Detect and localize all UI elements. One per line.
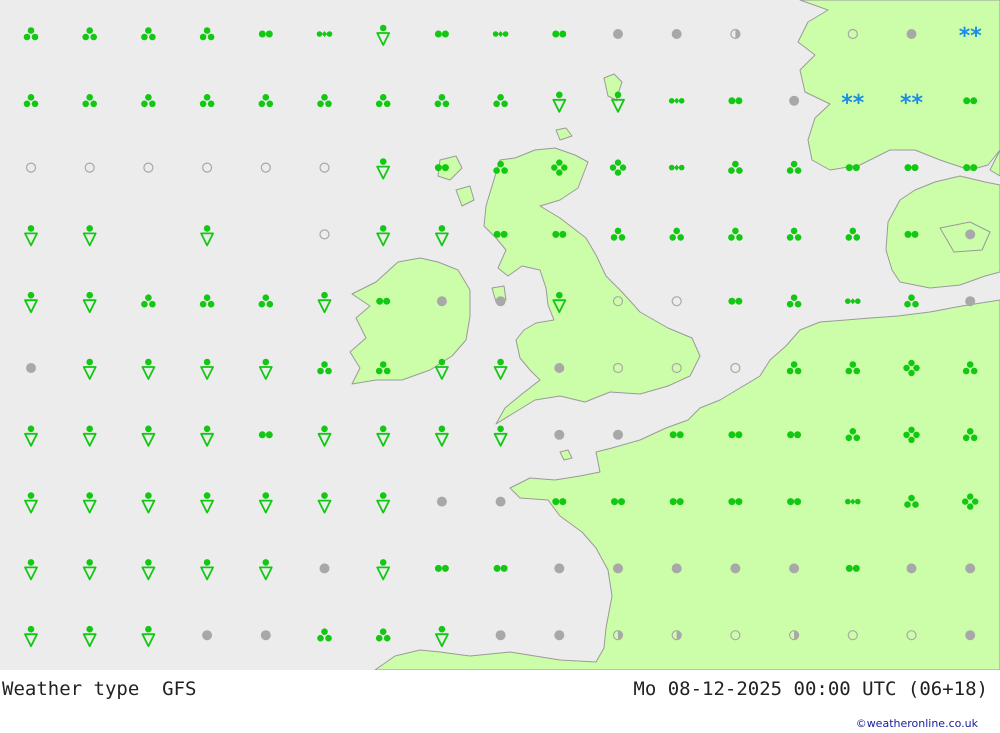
overcast-icon (554, 563, 565, 574)
snow-icon: ** (841, 91, 865, 116)
rain-drops-diamond-icon (668, 164, 685, 171)
overcast-icon (613, 29, 623, 39)
overcast-icon (436, 496, 447, 507)
overcast-icon (260, 630, 271, 641)
footer: Weather type GFS Mo 08-12-2025 00:00 UTC… (0, 670, 1000, 733)
overcast-icon (965, 296, 976, 307)
svg-text:**: ** (959, 24, 983, 49)
overcast-icon (613, 429, 623, 440)
title-label: Weather type (2, 678, 140, 700)
overcast-icon (436, 296, 447, 307)
overcast-icon (554, 363, 565, 373)
overcast-icon (319, 563, 330, 574)
overcast-icon (202, 630, 213, 641)
rain-drops-diamond-icon (492, 31, 509, 37)
rain-drops-diamond-icon (845, 498, 861, 505)
rain-drops-diamond-icon (845, 298, 861, 305)
rain-drops-diamond-icon (668, 97, 685, 104)
overcast-icon (789, 95, 800, 106)
overcast-icon (965, 630, 976, 641)
snow-icon: ** (900, 91, 924, 116)
model-label: GFS (162, 678, 197, 700)
overcast-icon (965, 229, 976, 240)
overcast-icon (613, 563, 623, 574)
overcast-icon (965, 563, 976, 574)
overcast-icon (671, 563, 682, 574)
overcast-icon (906, 563, 917, 574)
rain-drops-diamond-icon (316, 31, 333, 37)
overcast-icon (554, 630, 565, 641)
overcast-icon (495, 630, 506, 641)
overcast-icon (906, 29, 917, 39)
svg-text:**: ** (841, 91, 865, 116)
svg-text:**: ** (900, 91, 924, 116)
overcast-icon (26, 363, 36, 373)
map-title: Weather type GFS (2, 678, 197, 700)
credit-link[interactable]: ©weatheronline.co.uk (856, 717, 978, 730)
overcast-icon (789, 563, 800, 574)
overcast-icon (495, 496, 506, 507)
valid-datetime: Mo 08-12-2025 00:00 UTC (06+18) (633, 678, 988, 700)
overcast-icon (495, 296, 506, 307)
snow-icon: ** (959, 24, 983, 49)
overcast-icon (730, 563, 741, 574)
overcast-icon (671, 29, 682, 39)
overcast-icon (554, 429, 565, 440)
weather-map: ** ** ** (0, 0, 1000, 670)
